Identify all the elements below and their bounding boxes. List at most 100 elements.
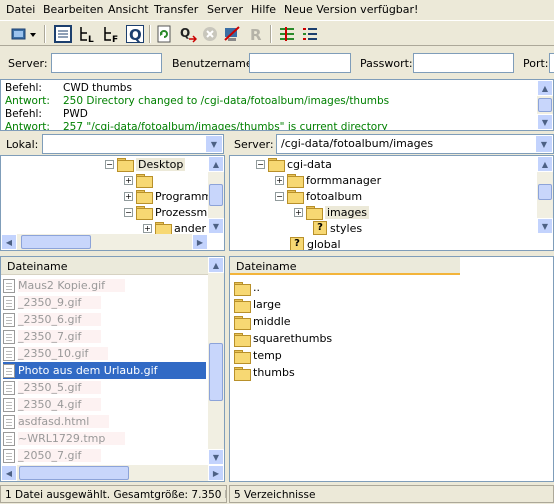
process-queue-icon[interactable]: Q xyxy=(178,24,198,44)
username-input[interactable] xyxy=(249,53,351,73)
toggle-queue-icon[interactable]: Q xyxy=(125,24,145,44)
folder-icon xyxy=(136,190,153,204)
site-manager-icon[interactable] xyxy=(10,24,38,44)
tree-node[interactable]: − fotoalbum xyxy=(275,188,362,204)
scroll-down-icon[interactable]: ▼ xyxy=(537,114,553,130)
list-item[interactable]: _2350_4.gif xyxy=(3,396,102,413)
folder-icon xyxy=(234,315,251,330)
unknown-folder-icon: ? xyxy=(313,221,327,235)
tree-node[interactable]: − Desktop xyxy=(105,156,186,172)
folder-name: thumbs xyxy=(253,366,295,379)
log-row: Antwort: 257 "/cgi-data/fotoalbum/images/… xyxy=(5,121,388,131)
port-label: Port: xyxy=(523,57,549,70)
menu-new-version[interactable]: Neue Version verfügbar! xyxy=(284,3,418,16)
scroll-down-icon[interactable]: ▼ xyxy=(208,218,224,234)
toggle-local-tree-icon[interactable]: L xyxy=(77,24,97,44)
toggle-log-icon[interactable] xyxy=(53,24,73,44)
list-item[interactable]: large xyxy=(234,296,281,313)
folder-icon xyxy=(234,349,251,364)
file-icon xyxy=(3,448,15,463)
list-item[interactable]: Photo aus dem Urlaub.gif xyxy=(3,362,206,379)
file-name: Photo aus dem Urlaub.gif xyxy=(18,364,158,377)
chevron-down-icon[interactable]: ▼ xyxy=(206,136,222,152)
file-name: _2350_4.gif xyxy=(18,398,102,411)
reconnect-icon[interactable]: R xyxy=(246,24,266,44)
file-name: _2050_7.gif xyxy=(18,449,102,462)
column-header[interactable]: Dateiname xyxy=(1,257,208,275)
password-input[interactable] xyxy=(413,53,514,73)
local-tree-hscrollbar[interactable]: ◀ ▶ xyxy=(1,234,208,250)
scroll-left-icon[interactable]: ◀ xyxy=(1,234,17,250)
file-icon xyxy=(3,312,15,327)
scroll-down-icon[interactable]: ▼ xyxy=(208,449,224,465)
list-item[interactable]: _2350_5.gif xyxy=(3,379,102,396)
scroll-up-icon[interactable]: ▲ xyxy=(208,257,224,273)
local-list-hscrollbar[interactable]: ◀ ▶ xyxy=(1,465,224,481)
folder-name: temp xyxy=(253,349,282,362)
file-name: ~WRL1729.tmp xyxy=(18,432,126,445)
tree-node[interactable]: ? global xyxy=(290,236,341,250)
list-item[interactable]: _2050_7.gif xyxy=(3,447,102,464)
list-item[interactable]: _2350_9.gif xyxy=(3,294,102,311)
list-item[interactable]: ~WRL1729.tmp xyxy=(3,430,126,447)
local-tree: − Desktop + + Programm − Prozessm + ander ▲ … xyxy=(0,155,225,251)
remote-label: Server: xyxy=(234,138,274,151)
local-status: 1 Datei ausgewählt. Gesamtgröße: 7.350 B… xyxy=(0,485,227,503)
tree-node[interactable]: − cgi-data xyxy=(256,156,332,172)
scroll-right-icon[interactable]: ▶ xyxy=(208,465,224,481)
cancel-icon[interactable] xyxy=(200,24,220,44)
disconnect-icon[interactable] xyxy=(222,24,242,44)
scroll-down-icon[interactable]: ▼ xyxy=(537,218,553,234)
server-input[interactable] xyxy=(51,53,162,73)
scroll-left-icon[interactable]: ◀ xyxy=(1,465,17,481)
file-icon xyxy=(3,278,15,293)
port-input[interactable] xyxy=(549,53,554,73)
tree-node[interactable]: + Programm xyxy=(124,188,212,204)
file-name: asdfasd.html xyxy=(18,415,110,428)
local-list-scrollbar[interactable]: ▲ ▼ xyxy=(208,257,224,465)
folder-icon xyxy=(234,366,251,381)
list-item[interactable]: _2350_7.gif xyxy=(3,328,102,345)
list-item[interactable]: temp xyxy=(234,347,282,364)
menu-bearbeiten[interactable]: Bearbeiten xyxy=(43,3,103,16)
list-item[interactable]: Maus2 Kopie.gif xyxy=(3,277,126,294)
list-item[interactable]: _2350_6.gif xyxy=(3,311,102,328)
menu-transfer[interactable]: Transfer xyxy=(154,3,198,16)
file-name: _2350_9.gif xyxy=(18,296,102,309)
list-item[interactable]: asdfasd.html xyxy=(3,413,110,430)
menu-ansicht[interactable]: Ansicht xyxy=(108,3,149,16)
log-scrollbar[interactable]: ▲ ▼ xyxy=(537,80,553,130)
list-item[interactable]: _2350_10.gif xyxy=(3,345,109,362)
local-label: Lokal: xyxy=(6,138,39,151)
local-tree-scrollbar[interactable]: ▲ ▼ xyxy=(208,156,224,234)
compare-icon[interactable] xyxy=(300,24,320,44)
tree-node[interactable]: + xyxy=(124,172,155,188)
local-path-input[interactable]: ▼ xyxy=(42,134,224,154)
remote-path-input[interactable]: /cgi-data/fotoalbum/images ▼ xyxy=(276,134,554,154)
chevron-down-icon[interactable]: ▼ xyxy=(536,136,552,152)
column-header[interactable]: Dateiname xyxy=(230,257,460,275)
toggle-remote-tree-icon[interactable]: F xyxy=(101,24,121,44)
list-item[interactable]: squarethumbs xyxy=(234,330,332,347)
list-item[interactable]: thumbs xyxy=(234,364,295,381)
remote-tree-scrollbar[interactable]: ▲ ▼ xyxy=(537,156,553,234)
svg-text:L: L xyxy=(88,35,94,43)
scroll-up-icon[interactable]: ▲ xyxy=(208,156,224,172)
folder-icon xyxy=(234,332,251,347)
menu-datei[interactable]: Datei xyxy=(6,3,35,16)
folder-icon xyxy=(268,158,285,172)
tree-node[interactable]: − Prozessm xyxy=(124,204,207,220)
scroll-up-icon[interactable]: ▲ xyxy=(537,80,553,96)
scroll-up-icon[interactable]: ▲ xyxy=(537,156,553,172)
filter-icon[interactable] xyxy=(277,24,297,44)
menu-server[interactable]: Server xyxy=(207,3,243,16)
menu-hilfe[interactable]: Hilfe xyxy=(251,3,276,16)
refresh-icon[interactable] xyxy=(154,24,174,44)
list-item[interactable]: .. xyxy=(234,279,260,296)
list-item[interactable]: middle xyxy=(234,313,291,330)
tree-node[interactable]: ? styles xyxy=(313,220,362,236)
scroll-right-icon[interactable]: ▶ xyxy=(192,234,208,250)
file-name: Maus2 Kopie.gif xyxy=(18,279,126,292)
tree-node[interactable]: + images xyxy=(294,204,369,220)
tree-node[interactable]: + formmanager xyxy=(275,172,381,188)
